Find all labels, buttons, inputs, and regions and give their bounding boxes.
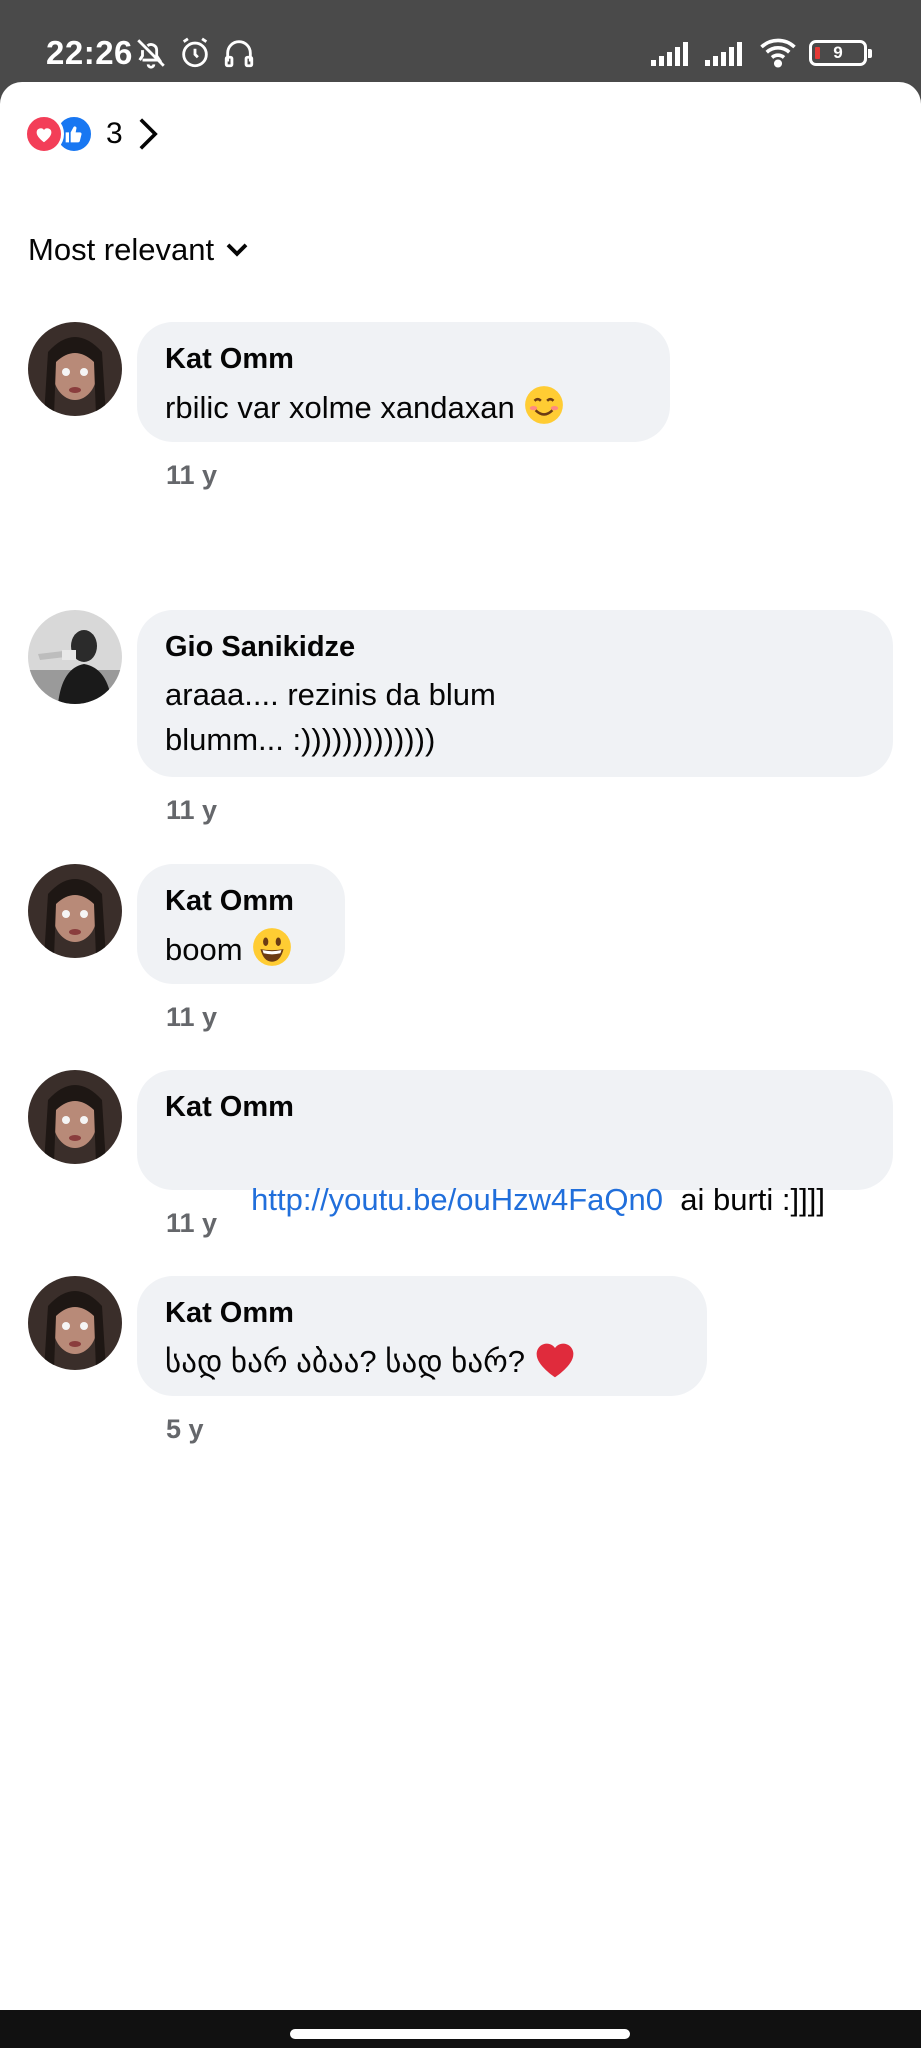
comment-text: araaa.... rezinis da blum blumm... :))))…: [165, 672, 863, 762]
sort-dropdown[interactable]: Most relevant: [28, 232, 250, 268]
alarm-icon: [182, 37, 208, 68]
avatar[interactable]: [28, 322, 122, 416]
avatar[interactable]: [28, 864, 122, 958]
comment-text: boom: [165, 926, 315, 980]
reactions-summary[interactable]: 3: [24, 114, 159, 154]
status-left-icons: [134, 36, 256, 70]
chevron-down-icon: [226, 243, 248, 257]
comment-text-line: araaa.... rezinis da blum: [165, 677, 496, 712]
signal-icon: [651, 42, 688, 66]
comment-time: 11 y: [166, 460, 218, 490]
comment-time: 11 y: [166, 795, 218, 825]
heart-icon: [24, 114, 64, 154]
battery-level: 9: [833, 43, 843, 62]
wifi-icon: [760, 38, 796, 68]
comment-text: rbilic var xolme xandaxan: [165, 384, 640, 438]
red-heart-icon: [533, 1338, 577, 1392]
comment-author[interactable]: Kat Omm: [165, 1088, 863, 1126]
avatar[interactable]: [28, 610, 122, 704]
reaction-count: 3: [106, 117, 123, 150]
comment-text: http://youtu.be/ouHzw4FaQn0 ai burti :]]…: [251, 1182, 825, 1217]
comment-bubble[interactable]: Gio Sanikidze araaa.... rezinis da blum …: [137, 610, 893, 777]
avatar[interactable]: [28, 1276, 122, 1370]
comment-author[interactable]: Kat Omm: [165, 1294, 677, 1332]
smiling-face-icon: [523, 384, 565, 438]
status-bar: 22:26 9: [0, 0, 921, 82]
sort-label: Most relevant: [28, 232, 215, 267]
comment-text-line: blumm... :))))))))))))): [165, 722, 436, 757]
status-time: 22:26: [46, 34, 133, 71]
chevron-right-icon[interactable]: [137, 116, 159, 152]
comment-bubble[interactable]: Kat Omm http://youtu.be/ouHzw4FaQn0 ai b…: [137, 1070, 893, 1217]
comment-bubble[interactable]: Kat Omm სად ხარ აბაა? სად ხარ?: [137, 1276, 707, 1396]
comments-sheet: 3 Most relevant Kat Omm rbilic var xolme…: [0, 82, 921, 2010]
comment-time: 11 y: [166, 1208, 218, 1238]
comment-bubble[interactable]: Kat Omm rbilic var xolme xandaxan: [137, 322, 670, 442]
comment-text: სად ხარ აბაა? სად ხარ?: [165, 1338, 677, 1392]
grinning-face-icon: [251, 926, 293, 980]
comment-author[interactable]: Gio Sanikidze: [165, 628, 863, 666]
comment-bubble[interactable]: Kat Omm boom: [137, 864, 345, 984]
avatar[interactable]: [28, 1070, 122, 1164]
comment-time: 5 y: [166, 1414, 204, 1444]
comment-author[interactable]: Kat Omm: [165, 340, 640, 378]
status-right-icons: 9: [651, 38, 872, 68]
comment-time: 11 y: [166, 1002, 218, 1032]
comment-link[interactable]: http://youtu.be/ouHzw4FaQn0: [251, 1182, 663, 1217]
home-indicator[interactable]: [290, 2029, 630, 2039]
headphones-icon: [224, 40, 254, 68]
battery-icon: 9: [809, 40, 872, 66]
comment-author[interactable]: Kat Omm: [165, 882, 315, 920]
bell-off-icon: [137, 39, 165, 69]
signal-icon: [705, 42, 742, 66]
